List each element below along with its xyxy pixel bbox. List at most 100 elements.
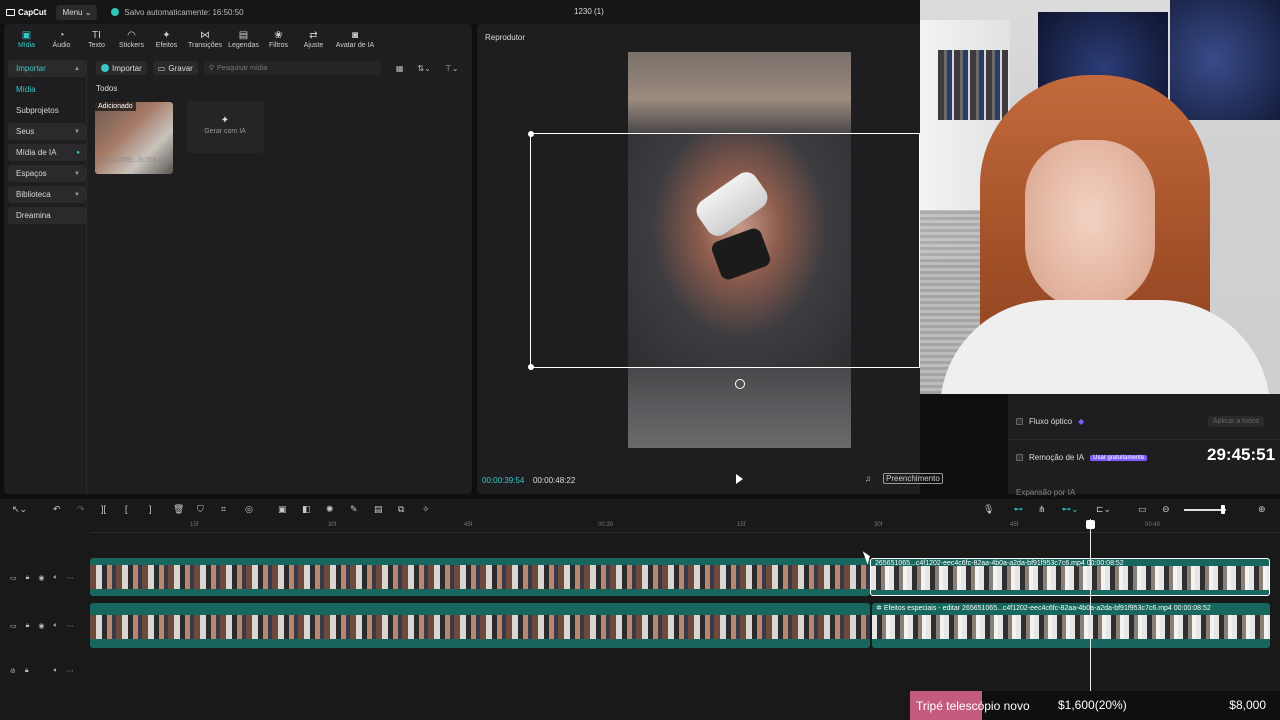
resize-handle[interactable]: [528, 364, 534, 370]
video-clip-selected[interactable]: 2656510​65...c4f1202-eec4c6fc-82aa-4b0a-…: [870, 558, 1270, 596]
preview-axis-icon[interactable]: ⊷⌄: [1062, 504, 1079, 515]
sidebar-item-label: Subprojetos: [16, 106, 59, 115]
record-button[interactable]: ▭ Gravar: [152, 61, 198, 75]
select-tool-icon[interactable]: ↖⌄: [12, 504, 27, 515]
speaker-icon[interactable]: 🔈︎: [53, 574, 57, 582]
more-icon[interactable]: ⋯: [67, 667, 74, 675]
sidebar-item-media[interactable]: Mídia: [8, 81, 86, 98]
track-thumbnail-icon[interactable]: ▭: [10, 574, 17, 582]
sort-icon[interactable]: ⇅⌄: [417, 64, 430, 73]
sparkle-tool-icon[interactable]: ✧: [422, 504, 430, 515]
import-button[interactable]: Importar: [96, 61, 147, 75]
shield-icon[interactable]: ⛉: [197, 504, 204, 515]
track-thumbnail-icon[interactable]: ▭: [10, 622, 17, 630]
sidebar-item-spaces[interactable]: Espaços ▼: [8, 165, 86, 182]
optical-flow-row[interactable]: Fluxo óptico ◆: [1016, 417, 1084, 426]
sidebar-item-library[interactable]: Biblioteca ▼: [8, 186, 86, 203]
video-clip-effect[interactable]: ✲ Efeitos especiais - editar 2656510​65.…: [872, 603, 1270, 648]
zoom-in-icon[interactable]: ⊕: [1258, 504, 1266, 515]
tool-label: Stickers: [119, 42, 144, 49]
lock-icon[interactable]: 🔒︎: [26, 574, 30, 582]
lock-icon[interactable]: 🔒︎: [25, 667, 29, 675]
zoom-slider[interactable]: [1184, 509, 1226, 511]
split-right-icon[interactable]: ]: [149, 504, 152, 514]
resize-handle[interactable]: [528, 131, 534, 137]
record-label: Gravar: [168, 63, 193, 73]
mirror-icon[interactable]: ◧: [302, 504, 311, 515]
sidebar-item-ai-media[interactable]: Mídia de IA ●: [8, 144, 86, 161]
audio-link-icon[interactable]: ⊏⌄: [1096, 504, 1111, 515]
zoom-slider-handle[interactable]: [1221, 505, 1225, 514]
ai-expand-label: Expansão por IA: [1016, 488, 1076, 497]
effects-icon: ✦: [162, 30, 171, 41]
fill-mode-button[interactable]: Preenchimento: [883, 473, 943, 484]
more-icon[interactable]: ⋯: [67, 574, 74, 582]
text-icon: TI: [92, 30, 101, 41]
redo-icon[interactable]: ↷: [77, 504, 85, 515]
sidebar-item-subprojects[interactable]: Subprojetos: [8, 102, 86, 119]
speed-icon[interactable]: ◎: [245, 504, 253, 515]
ai-removal-row[interactable]: Remoção de IA Usar gratuitamente: [1016, 453, 1148, 462]
more-icon[interactable]: ⋯: [67, 622, 74, 630]
ruler-tick: 30f: [328, 522, 337, 528]
rotate-handle-icon[interactable]: [735, 379, 745, 389]
menu-button[interactable]: Menu ⌄: [56, 4, 98, 20]
eye-icon[interactable]: ◉: [38, 574, 44, 582]
tool-adjust[interactable]: ⇄ Ajuste: [297, 30, 330, 50]
tool-ai-avatar[interactable]: ◙ Avatar de IA: [332, 30, 378, 50]
tool-filters[interactable]: ❀ Filtros: [262, 30, 295, 50]
sidebar-item-label: Mídia: [16, 85, 36, 94]
wand-icon[interactable]: ✎: [350, 504, 358, 515]
project-title[interactable]: 1230 (1): [574, 7, 604, 16]
cloud-saved-icon: [111, 8, 120, 16]
tool-label: Transições: [188, 42, 222, 49]
subtitle-track-icon[interactable]: ▭: [1138, 504, 1147, 515]
crop-icon[interactable]: ⌗: [221, 504, 226, 515]
tool-media[interactable]: ▣ Mídia: [10, 30, 43, 50]
apply-all-button[interactable]: Aplicar a todos: [1208, 416, 1265, 427]
selection-box[interactable]: [528, 131, 920, 370]
link-clips-icon[interactable]: ⊷: [1014, 504, 1023, 515]
generate-ai-button[interactable]: ✦ Gerar com IA: [186, 101, 264, 153]
freeze-icon[interactable]: ▣: [278, 504, 287, 515]
sidebar-item-import[interactable]: Importar ▲: [8, 60, 86, 77]
speaker-icon[interactable]: 🔈︎: [53, 622, 57, 630]
top-bar: CapCut Menu ⌄ Salvo automaticamente: 16:…: [0, 0, 920, 24]
video-clip[interactable]: [90, 603, 870, 648]
microphone-icon[interactable]: 🎙: [983, 504, 994, 515]
magnet-icon[interactable]: ⋔: [1038, 504, 1046, 515]
optical-flow-checkbox[interactable]: [1016, 418, 1023, 425]
sidebar-item-dreamina[interactable]: Dreamina: [8, 207, 86, 224]
tool-captions[interactable]: ▤ Legendas: [227, 30, 260, 50]
magic-icon[interactable]: ✺: [326, 504, 334, 515]
split-icon[interactable]: ][: [101, 504, 106, 514]
tool-effects[interactable]: ✦ Efeitos: [150, 30, 183, 50]
grid-view-icon[interactable]: ▦: [396, 64, 404, 73]
eye-icon[interactable]: ◉: [38, 622, 44, 630]
lock-icon[interactable]: 🔒︎: [26, 622, 30, 630]
video-clip[interactable]: [90, 558, 870, 596]
zoom-out-icon[interactable]: ⊖: [1162, 504, 1170, 515]
delete-icon[interactable]: 🗑: [173, 504, 184, 515]
sidebar-item-yours[interactable]: Seus ▼: [8, 123, 86, 140]
audio-track-icon[interactable]: ⊘: [10, 667, 16, 675]
split-left-icon[interactable]: [: [125, 504, 128, 514]
playhead[interactable]: [1090, 519, 1091, 694]
speaker-icon[interactable]: 🔈︎: [54, 667, 58, 675]
tool-text[interactable]: TI Texto: [80, 30, 113, 50]
play-button[interactable]: [736, 474, 743, 484]
ai-expand-row[interactable]: Expansão por IA: [1016, 488, 1075, 497]
screen-icon[interactable]: ⧉: [398, 504, 404, 515]
current-time: 00:00:39:54: [482, 476, 525, 485]
filter-icon[interactable]: ⊤⌄: [445, 64, 459, 73]
ai-removal-checkbox[interactable]: [1016, 454, 1023, 461]
undo-icon[interactable]: ↶: [53, 504, 61, 515]
tool-transitions[interactable]: ⋈ Transições: [185, 30, 225, 50]
time-ruler[interactable]: 15f 30f 45f 00:39 15f 30f 45f 00:40: [90, 519, 1280, 533]
playhead-handle[interactable]: [1086, 520, 1095, 529]
music-note-icon[interactable]: ♫: [865, 474, 871, 483]
caption-edit-icon[interactable]: ▤: [374, 504, 383, 515]
search-input[interactable]: ⚲ Pesquisar mídia: [203, 61, 382, 75]
tool-audio[interactable]: ◔ Áudio: [45, 30, 78, 50]
tool-stickers[interactable]: ◠ Stickers: [115, 30, 148, 50]
